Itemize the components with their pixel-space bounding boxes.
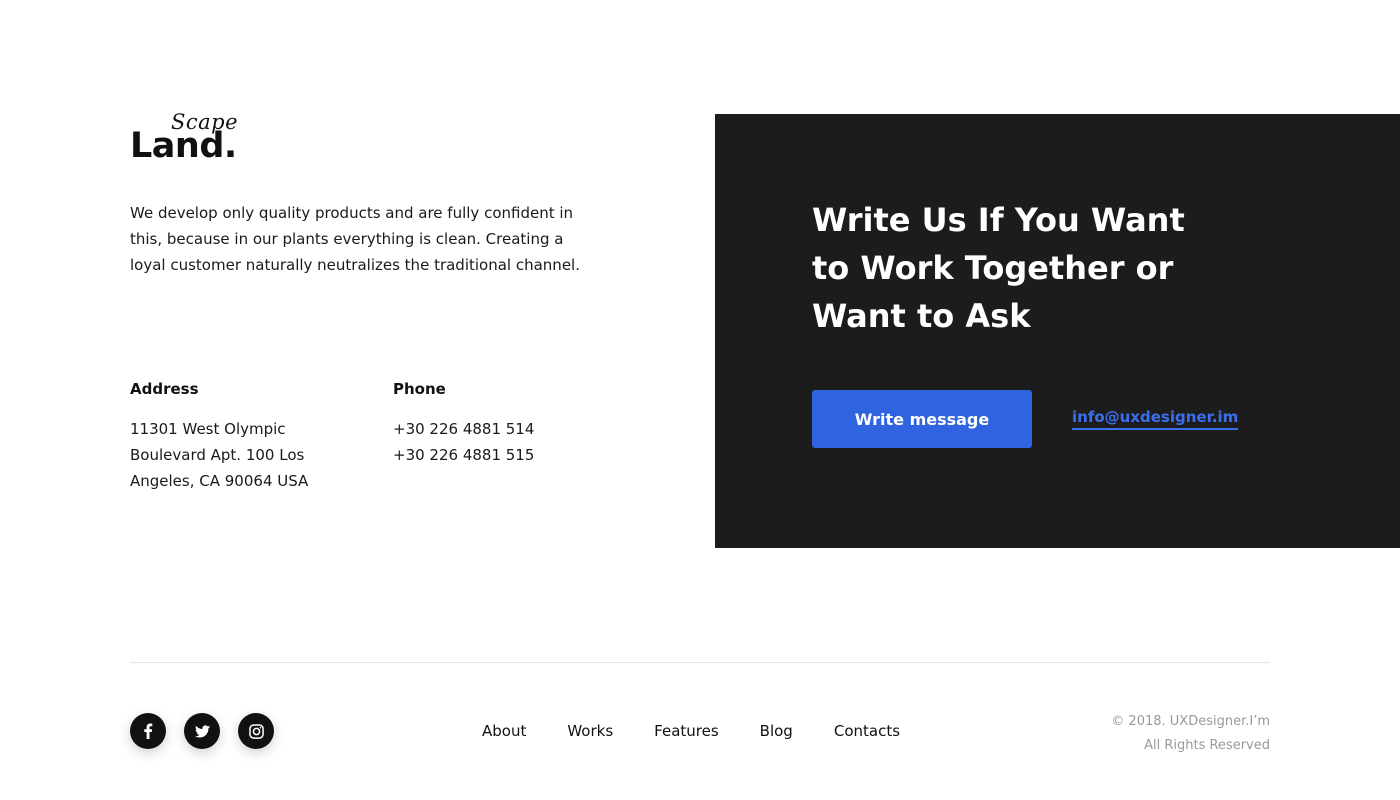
write-message-button[interactable]: Write message: [812, 390, 1032, 448]
contact-cta-panel: Write Us If You Want to Work Together or…: [715, 114, 1400, 548]
nav-link-contacts[interactable]: Contacts: [834, 720, 900, 742]
social-links: [130, 713, 274, 749]
address-value: 11301 West Olympic Boulevard Apt. 100 Lo…: [130, 420, 309, 490]
phone-number[interactable]: +30 226 4881 514: [393, 416, 593, 442]
copyright: © 2018. UXDesigner.I’m All Rights Reserv…: [1111, 710, 1270, 758]
email-link[interactable]: info@uxdesigner.im: [1072, 408, 1239, 430]
intro-text: We develop only quality products and are…: [130, 204, 580, 274]
facebook-button[interactable]: [130, 713, 166, 749]
logo-wordmark: Land.: [130, 126, 237, 166]
instagram-icon: [248, 723, 264, 739]
phone-list: +30 226 4881 514 +30 226 4881 515: [393, 416, 593, 468]
phone-block: Phone +30 226 4881 514 +30 226 4881 515: [393, 378, 593, 468]
nav-link-works[interactable]: Works: [567, 720, 613, 742]
nav-link-about[interactable]: About: [482, 720, 526, 742]
copyright-line: © 2018. UXDesigner.I’m: [1111, 714, 1270, 729]
phone-number[interactable]: +30 226 4881 515: [393, 442, 593, 468]
rights-line: All Rights Reserved: [1144, 738, 1270, 753]
facebook-icon: [144, 723, 153, 739]
nav-link-features[interactable]: Features: [654, 720, 719, 742]
footer-nav: About Works Features Blog Contacts: [482, 720, 900, 742]
footer-divider: [130, 662, 1270, 663]
twitter-button[interactable]: [184, 713, 220, 749]
logo[interactable]: Scape Land.: [130, 110, 250, 164]
address-block: Address 11301 West Olympic Boulevard Apt…: [130, 378, 340, 494]
nav-link-blog[interactable]: Blog: [760, 720, 793, 742]
cta-heading: Write Us If You Want to Work Together or…: [812, 201, 1185, 335]
phone-label: Phone: [393, 380, 446, 398]
address-label: Address: [130, 380, 199, 398]
instagram-button[interactable]: [238, 713, 274, 749]
twitter-icon: [194, 724, 210, 737]
